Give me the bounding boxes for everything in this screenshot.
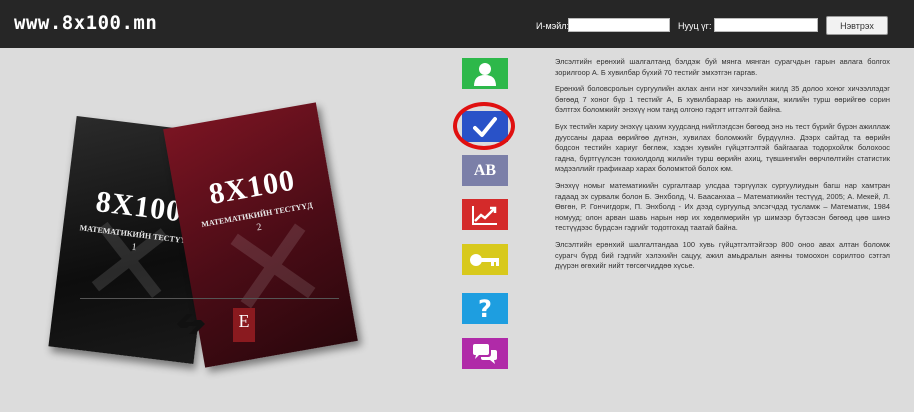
publisher-logo[interactable] [175, 310, 207, 338]
description-text: Элсэлтийн ерөнхий шалгалтанд бэлдэж буй … [555, 57, 890, 278]
paragraph-2: Ерөнхий боловсролын сургуулийн ахлах анг… [555, 84, 890, 115]
help-button[interactable]: ? [462, 293, 508, 324]
divider [80, 298, 339, 299]
user-icon [462, 58, 508, 89]
chat-icon [462, 338, 508, 369]
key-button[interactable] [462, 244, 508, 275]
site-logo[interactable]: www.8x100.mn [14, 12, 157, 34]
ab-button[interactable]: AB [462, 155, 508, 186]
login-button[interactable]: Нэвтрэх [826, 16, 888, 35]
user-button[interactable] [462, 58, 508, 89]
ab-icon: AB [473, 161, 497, 179]
password-label: Нууц үг: [678, 21, 712, 31]
paragraph-4: Энэхүү номыг математикийн сургалтаар улс… [555, 180, 890, 233]
email-label: И-мэйл: [536, 21, 570, 31]
e-logo[interactable]: E [233, 308, 255, 342]
email-field[interactable] [568, 18, 670, 32]
chat-button[interactable] [462, 338, 508, 369]
paragraph-5: Элсэлтийн ерөнхий шалгалтандаа 100 хувь … [555, 239, 890, 271]
paragraph-3: Бүх тестийн хариу энэхүү цахим хуудсанд … [555, 121, 890, 174]
header-bar: www.8x100.mn И-мэйл: Нууц үг: Нэвтрэх [0, 0, 914, 48]
highlight-ring [453, 102, 515, 150]
password-field[interactable] [714, 18, 818, 32]
key-icon [462, 244, 508, 275]
chart-icon [462, 199, 508, 230]
paragraph-1: Элсэлтийн ерөнхий шалгалтанд бэлдэж буй … [555, 57, 890, 77]
chart-button[interactable] [462, 199, 508, 230]
question-icon: ? [478, 294, 492, 323]
